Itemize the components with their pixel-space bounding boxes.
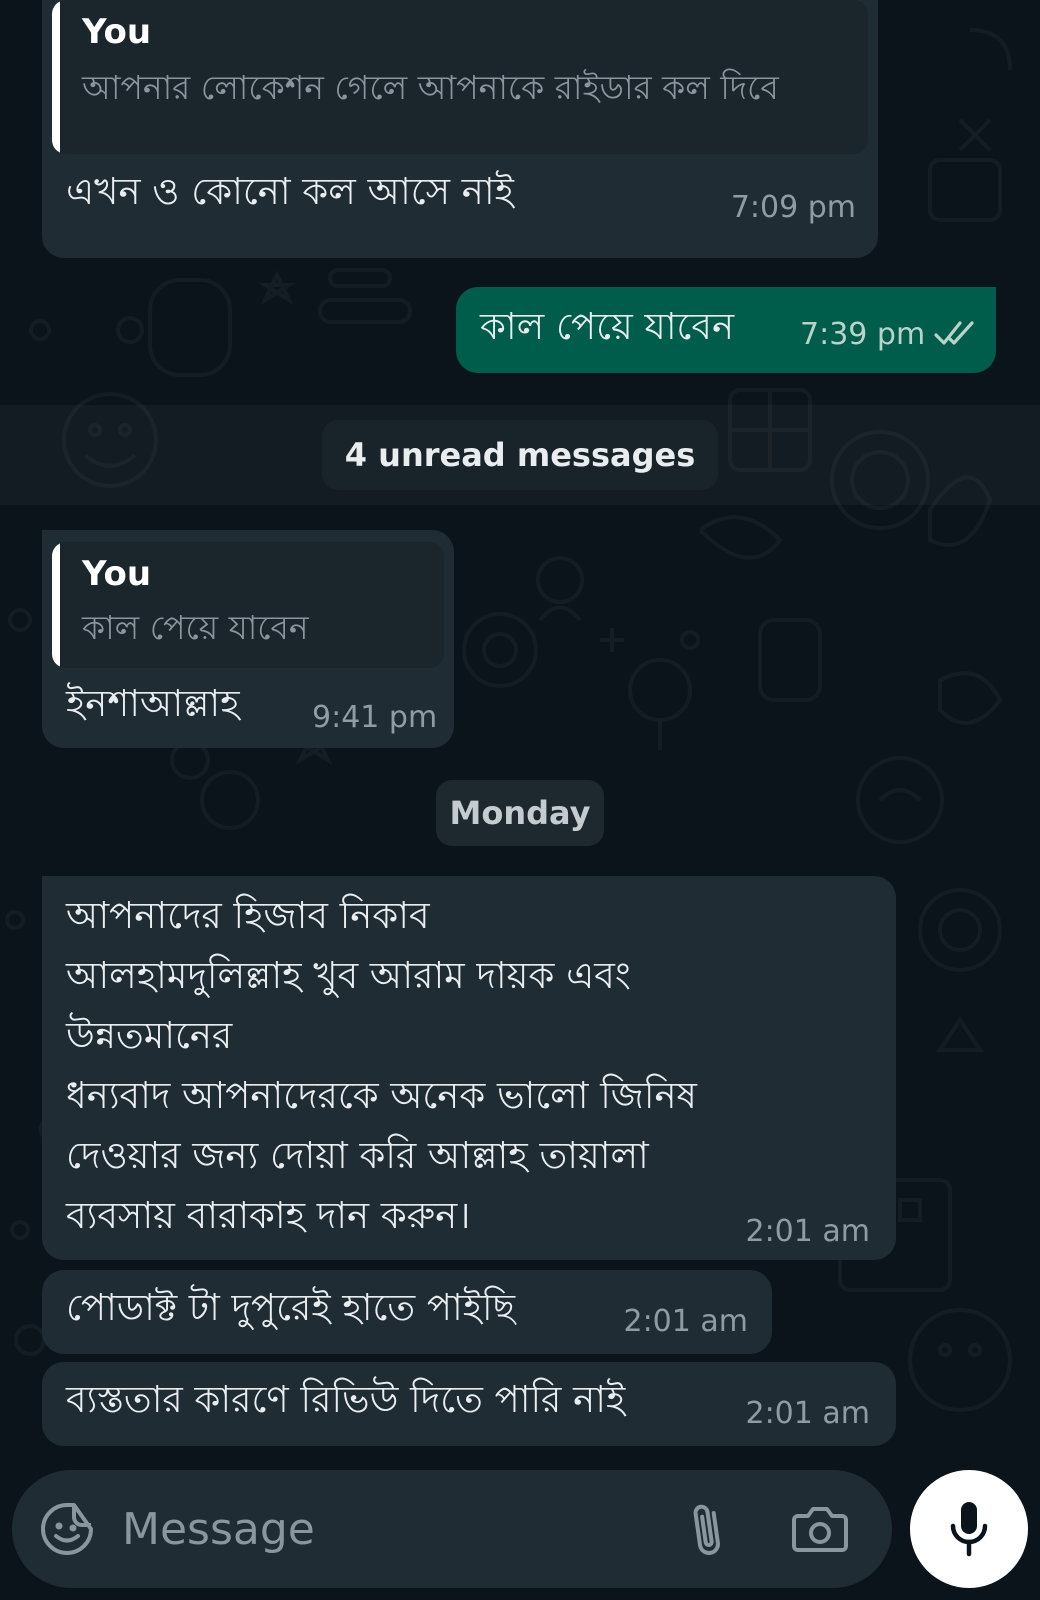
incoming-message[interactable]: You কাল পেয়ে যাবেন ইনশাআল্লাহ 9:41 pm [42,530,454,748]
message-line: উন্নতমানের [66,1014,233,1057]
message-line: আলহামদুলিল্লাহ খুব আরাম দায়ক এবং [66,954,631,997]
message-text: পোডাক্ট টা দুপুরেই হাতে পাইছি [66,1286,515,1329]
outgoing-message[interactable]: কাল পেয়ে যাবেন 7:39 pm [456,287,996,373]
quoted-reply[interactable]: You আপনার লোকেশন গেলে আপনাকে রাইডার কল দ… [52,0,868,154]
message-time: 7:39 pm [800,317,926,352]
unread-messages-indicator: 4 unread messages [322,420,718,490]
camera-icon[interactable] [792,1504,848,1554]
incoming-message[interactable]: You আপনার লোকেশন গেলে আপনাকে রাইডার কল দ… [42,0,878,258]
double-check-icon [934,321,974,345]
message-text: ইনশাআল্লাহ [66,682,240,725]
voice-record-button[interactable] [910,1470,1028,1588]
quote-bar [52,542,60,668]
message-time: 2:01 am [745,1214,870,1249]
message-time: 7:09 pm [730,190,856,225]
message-input[interactable]: Message [122,1504,315,1555]
incoming-message[interactable]: ব্যস্ততার কারণে রিভিউ দিতে পারি নাই 2:01… [42,1362,896,1446]
message-line: আপনাদের হিজাব নিকাব [66,894,430,937]
incoming-message[interactable]: পোডাক্ট টা দুপুরেই হাতে পাইছি 2:01 am [42,1270,772,1354]
chat-screen: You আপনার লোকেশন গেলে আপনাকে রাইডার কল দ… [0,0,1040,1600]
quote-author: You [82,554,152,594]
message-text: কাল পেয়ে যাবেন [480,305,735,348]
message-time: 2:01 am [745,1396,870,1431]
message-line: ব্যবসায় বারাকাহ দান করুন। [66,1194,471,1237]
quote-bar [52,0,60,154]
date-separator: Monday [436,780,604,846]
quote-text: আপনার লোকেশন গেলে আপনাকে রাইডার কল দিবে [82,68,779,107]
emoji-sticker-icon[interactable] [40,1502,94,1556]
paperclip-icon[interactable] [686,1500,730,1560]
quoted-reply[interactable]: You কাল পেয়ে যাবেন [52,542,444,668]
quote-text: কাল পেয়ে যাবেন [82,608,309,647]
message-text: ব্যস্ততার কারণে রিভিউ দিতে পারি নাই [66,1378,626,1421]
message-line: দেওয়ার জন্য দোয়া করি আল্লাহ তায়ালা [66,1134,649,1177]
message-line: ধন্যবাদ আপনাদেরকে অনেক ভালো জিনিষ [66,1074,697,1117]
message-text: এখন ও কোনো কল আসে নাই [66,170,514,213]
quote-author: You [82,12,152,52]
message-time: 9:41 pm [312,700,438,735]
microphone-icon [950,1502,988,1557]
incoming-message[interactable]: আপনাদের হিজাব নিকাব আলহামদুলিল্লাহ খুব আ… [42,876,896,1260]
message-time: 2:01 am [623,1304,748,1339]
message-composer[interactable]: Message [12,1470,892,1588]
